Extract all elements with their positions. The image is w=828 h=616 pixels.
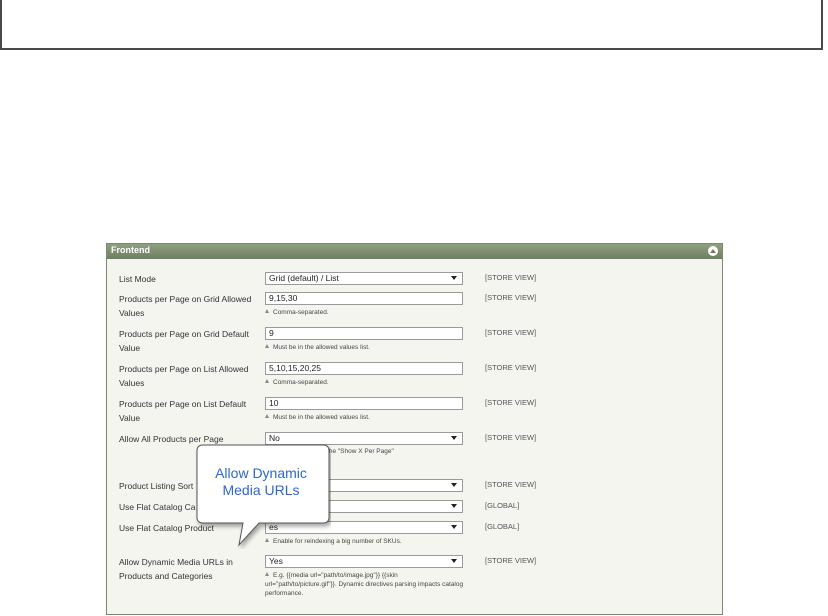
- field-label: Products per Page on Grid Default Value: [119, 329, 249, 353]
- chevron-down-icon: [451, 525, 457, 529]
- scope-label: [STORE VIEW]: [485, 433, 537, 442]
- scope-label: [STORE VIEW]: [485, 480, 537, 489]
- note-text: Comma-separated.: [273, 379, 329, 386]
- list-default-input[interactable]: 10: [265, 397, 463, 410]
- chevron-down-icon: [451, 276, 457, 280]
- top-frame: [0, 0, 823, 50]
- field-label: Products per Page on List Allowed Values: [119, 364, 249, 388]
- scope-label: [STORE VIEW]: [485, 398, 537, 407]
- panel-header[interactable]: Frontend: [107, 244, 722, 259]
- scope-label: [STORE VIEW]: [485, 556, 537, 565]
- hint-arrow-icon: [265, 572, 269, 576]
- field-note: Comma-separated.: [265, 308, 495, 317]
- grid-default-input[interactable]: 9: [265, 327, 463, 340]
- select-value: Grid (default) / List: [269, 273, 339, 283]
- field-note: Must be in the allowed values list.: [265, 413, 495, 422]
- callout-bubble: Allow Dynamic Media URLs: [195, 443, 331, 547]
- select-value: No: [269, 433, 280, 443]
- note-text: E.g. {{media url="path/to/image.jpg"}} {…: [265, 572, 464, 597]
- field-note: Must be in the allowed values list.: [265, 343, 495, 352]
- chevron-down-icon: [451, 559, 457, 563]
- scope-label: [GLOBAL]: [485, 522, 520, 531]
- chevron-down-icon: [451, 504, 457, 508]
- chevron-down-icon: [451, 436, 457, 440]
- field-label: Allow Dynamic Media URLs in Products and…: [119, 557, 233, 581]
- note-text: Must be in the allowed values list.: [273, 344, 370, 351]
- hint-arrow-icon: [265, 414, 269, 418]
- list-allowed-input[interactable]: 5,10,15,20,25: [265, 362, 463, 375]
- field-note: E.g. {{media url="path/to/image.jpg"}} {…: [265, 571, 470, 598]
- scope-label: [STORE VIEW]: [485, 328, 537, 337]
- grid-allowed-input[interactable]: 9,15,30: [265, 292, 463, 305]
- field-label: Products per Page on List Default Value: [119, 399, 247, 423]
- chevron-down-icon: [451, 483, 457, 487]
- list-mode-select[interactable]: Grid (default) / List: [265, 272, 463, 285]
- collapse-icon[interactable]: [708, 246, 718, 256]
- field-note: Comma-separated.: [265, 378, 495, 387]
- scope-label: [STORE VIEW]: [485, 363, 537, 372]
- scope-label: [STORE VIEW]: [485, 293, 537, 302]
- panel-title: Frontend: [111, 245, 150, 255]
- dynamic-media-select[interactable]: Yes: [265, 555, 463, 568]
- field-label: List Mode: [119, 274, 156, 284]
- scope-label: [STORE VIEW]: [485, 273, 537, 282]
- scope-label: [GLOBAL]: [485, 501, 520, 510]
- hint-arrow-icon: [265, 309, 269, 313]
- hint-arrow-icon: [265, 344, 269, 348]
- frontend-panel: Frontend List Mode Grid (default) / List…: [106, 243, 723, 615]
- select-value: Yes: [269, 556, 283, 566]
- note-text: Comma-separated.: [273, 309, 329, 316]
- hint-arrow-icon: [265, 379, 269, 383]
- callout-text: Allow Dynamic Media URLs: [215, 465, 307, 498]
- field-label: Products per Page on Grid Allowed Values: [119, 294, 252, 318]
- note-text: Must be in the allowed values list.: [273, 414, 370, 421]
